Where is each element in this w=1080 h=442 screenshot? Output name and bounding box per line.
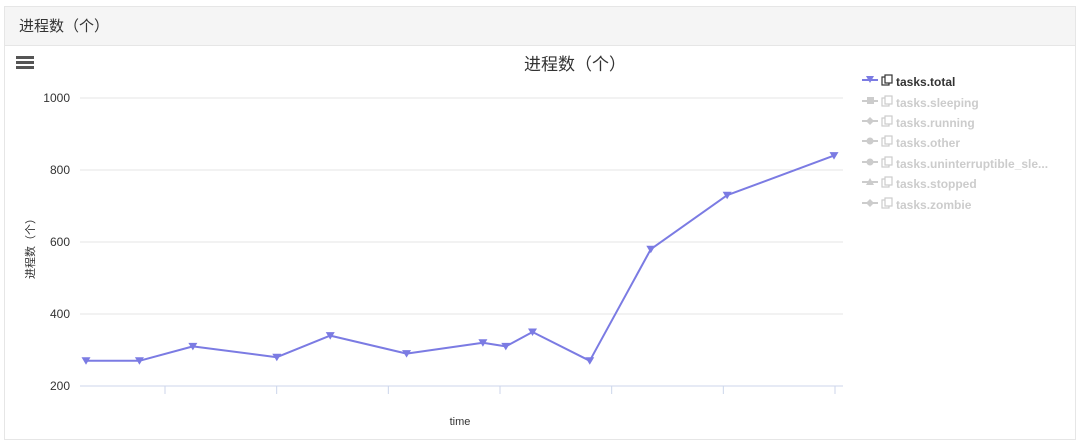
- legend-marker-icon: [862, 93, 881, 113]
- y-tick-label: 400: [50, 307, 70, 321]
- y-tick-label: 800: [50, 163, 70, 177]
- copy-icon: [881, 154, 893, 174]
- x-axis-label: time: [449, 416, 471, 428]
- legend-item-tasks.running[interactable]: tasks.running: [862, 113, 1048, 133]
- legend-label: tasks.uninterruptible_sle...: [896, 156, 1049, 171]
- data-point-marker: [528, 328, 538, 336]
- copy-icon: [881, 174, 893, 194]
- copy-icon: [881, 113, 893, 133]
- y-tick-label: 200: [50, 379, 70, 393]
- copy-icon: [881, 72, 893, 92]
- legend-marker-icon: [862, 154, 881, 174]
- data-point-marker: [646, 245, 656, 254]
- legend-marker-icon: [862, 174, 881, 194]
- chart-legend: tasks.total tasks.sleeping tasks.running ta…: [862, 72, 1048, 215]
- copy-icon: [881, 133, 893, 153]
- legend-item-tasks.sleeping[interactable]: tasks.sleeping: [862, 92, 1048, 112]
- y-tick-label: 600: [50, 235, 70, 249]
- copy-icon: [881, 195, 893, 215]
- legend-marker-icon: [862, 72, 881, 92]
- data-point-marker: [585, 357, 595, 365]
- legend-label: tasks.running: [896, 115, 975, 130]
- legend-label: tasks.sleeping: [896, 95, 979, 110]
- legend-item-tasks.stopped[interactable]: tasks.stopped: [862, 174, 1048, 194]
- legend-label: tasks.stopped: [896, 177, 977, 192]
- legend-label: tasks.total: [896, 75, 956, 90]
- legend-label: tasks.zombie: [896, 197, 972, 212]
- legend-item-tasks.total[interactable]: tasks.total: [862, 72, 1048, 92]
- y-tick-label: 1000: [43, 91, 70, 105]
- legend-marker-icon: [862, 195, 881, 215]
- line-chart: 200 400 600 800 1000: [43, 91, 843, 394]
- legend-marker-icon: [862, 113, 881, 133]
- series-line-tasks.total: [86, 154, 835, 362]
- copy-icon: [881, 93, 893, 113]
- legend-item-tasks.zombie[interactable]: tasks.zombie: [862, 194, 1048, 214]
- legend-label: tasks.other: [896, 136, 961, 151]
- legend-item-tasks.other[interactable]: tasks.other: [862, 133, 1048, 153]
- legend-item-tasks.uninterruptible_sle...[interactable]: tasks.uninterruptible_sle...: [862, 154, 1048, 174]
- y-axis-label: 进程数（个）: [24, 213, 37, 279]
- legend-marker-icon: [862, 133, 881, 153]
